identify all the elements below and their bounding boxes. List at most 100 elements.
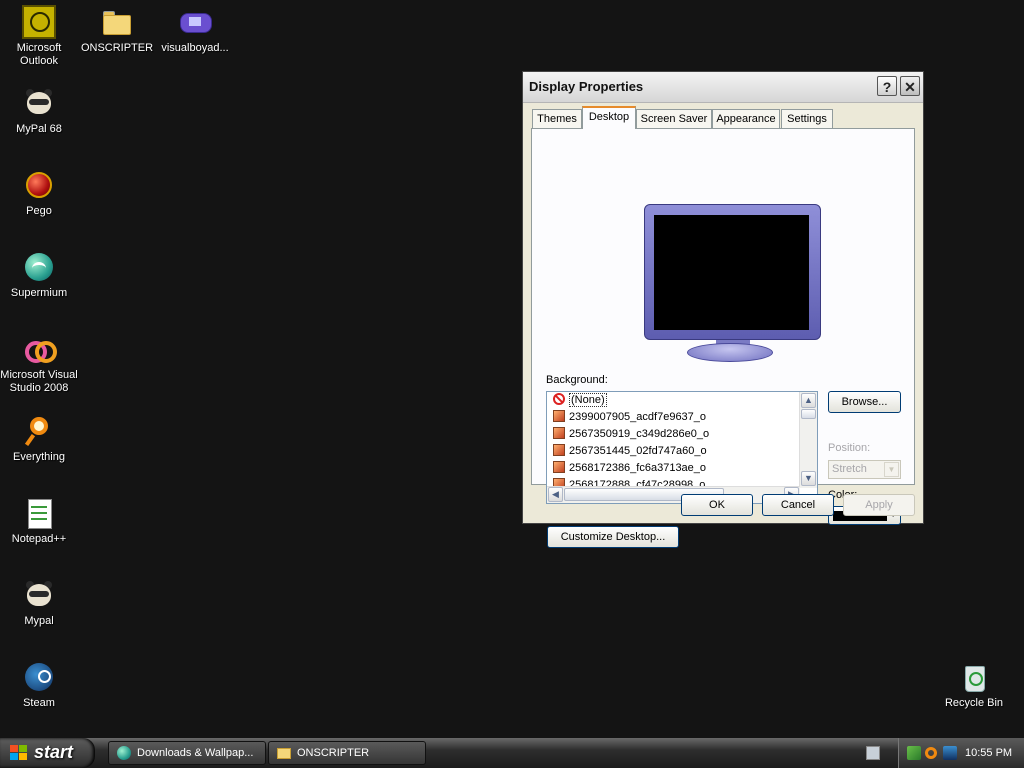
desktop-icon-label: Microsoft Visual Studio 2008 bbox=[0, 369, 78, 394]
chevron-down-icon: ▼ bbox=[804, 473, 813, 483]
scroll-up-button[interactable]: ▲ bbox=[801, 393, 816, 408]
desktop-icon-label: Steam bbox=[23, 697, 55, 709]
position-label: Position: bbox=[828, 442, 871, 454]
taskbar-button-downloads[interactable]: Downloads & Wallpap... bbox=[108, 741, 266, 765]
windows-flag-icon bbox=[10, 745, 28, 761]
image-file-icon bbox=[553, 461, 565, 473]
gameboy-advance-icon bbox=[178, 5, 212, 39]
desktop-icon-label: Recycle Bin bbox=[944, 697, 1004, 709]
recycle-bin-icon bbox=[957, 660, 991, 694]
chevron-down-icon: ▼ bbox=[884, 462, 899, 477]
notepad-icon bbox=[22, 496, 56, 530]
taskbar-button-label: ONSCRIPTER bbox=[297, 747, 370, 759]
chevron-up-icon: ▲ bbox=[804, 395, 813, 405]
start-label: start bbox=[34, 742, 74, 762]
background-list-item[interactable]: 2567351445_02fd747a60_o bbox=[553, 443, 707, 459]
monitor-preview-screen bbox=[654, 215, 809, 330]
list-item-label: (None) bbox=[569, 393, 607, 407]
background-label: Background: bbox=[546, 374, 608, 386]
desktop-icon-notepad-plus-plus[interactable]: Notepad++ bbox=[0, 496, 78, 546]
background-list-item[interactable]: 2568172386_fc6a3713ae_o bbox=[553, 460, 706, 476]
list-item-label: 2399007905_acdf7e9637_o bbox=[569, 411, 707, 423]
outlook-icon bbox=[22, 5, 56, 39]
help-button[interactable]: ? bbox=[877, 76, 897, 96]
ok-button[interactable]: OK bbox=[681, 494, 753, 516]
close-icon: ✕ bbox=[904, 79, 916, 95]
desktop-icon-label: Notepad++ bbox=[11, 533, 67, 545]
desktop-icon-label: visualboyad... bbox=[161, 42, 229, 54]
chevron-left-icon: ◀ bbox=[552, 489, 559, 499]
background-list-item[interactable]: (None) bbox=[553, 392, 607, 408]
system-tray: 10:55 PM bbox=[898, 738, 1024, 768]
image-file-icon bbox=[553, 444, 565, 456]
desktop-icon-label: Supermium bbox=[10, 287, 68, 299]
background-list-item[interactable]: 2567350919_c349d286e0_o bbox=[553, 426, 709, 442]
desktop-icon-mypal[interactable]: Mypal bbox=[0, 578, 78, 628]
start-button[interactable]: start bbox=[0, 738, 95, 768]
monitor-preview bbox=[644, 204, 821, 340]
apply-button[interactable]: Apply bbox=[843, 494, 915, 516]
vertical-scroll-thumb[interactable] bbox=[801, 409, 816, 419]
tab-appearance[interactable]: Appearance bbox=[712, 109, 780, 128]
position-select-value: Stretch bbox=[832, 463, 867, 475]
scroll-down-button[interactable]: ▼ bbox=[801, 471, 816, 486]
close-button[interactable]: ✕ bbox=[900, 76, 920, 96]
steam-icon bbox=[22, 660, 56, 694]
browser-globe-icon bbox=[22, 250, 56, 284]
desktop-icon-recycle-bin[interactable]: Recycle Bin bbox=[935, 660, 1013, 710]
dialog-titlebar[interactable]: Display Properties ? ✕ bbox=[523, 72, 923, 103]
desktop-icon-label: ONSCRIPTER bbox=[80, 42, 154, 54]
vertical-scrollbar[interactable]: ▲ ▼ bbox=[799, 392, 817, 488]
background-list[interactable]: (None) 2399007905_acdf7e9637_o 256735091… bbox=[546, 391, 818, 504]
customize-desktop-button[interactable]: Customize Desktop... bbox=[547, 526, 679, 548]
magnifier-icon[interactable] bbox=[925, 747, 937, 759]
tab-screen-saver[interactable]: Screen Saver bbox=[636, 109, 712, 128]
desktop-icon-label: Mypal bbox=[24, 615, 54, 627]
visual-studio-icon bbox=[22, 332, 57, 366]
network-icon[interactable] bbox=[907, 746, 921, 760]
desktop-icon-label: Pego bbox=[26, 205, 52, 217]
question-mark-icon: ? bbox=[882, 79, 892, 95]
desktop-icon-label: Microsoft Outlook bbox=[16, 42, 62, 67]
scroll-left-button[interactable]: ◀ bbox=[548, 487, 563, 502]
browse-button[interactable]: Browse... bbox=[828, 391, 901, 413]
position-select[interactable]: Stretch ▼ bbox=[828, 460, 901, 479]
clock[interactable]: 10:55 PM bbox=[965, 747, 1012, 759]
desktop-icon-label: Everything bbox=[13, 451, 65, 463]
taskbar-button-label: Downloads & Wallpap... bbox=[137, 747, 254, 759]
list-item-label: 2567351445_02fd747a60_o bbox=[569, 445, 707, 457]
desktop-icon-visualboyadvance[interactable]: visualboyad... bbox=[156, 5, 234, 55]
desktop-icon-label: MyPal 68 bbox=[16, 123, 62, 135]
display-properties-dialog: Display Properties ? ✕ Themes Desktop Sc… bbox=[522, 71, 924, 548]
desktop-icon-pego[interactable]: Pego bbox=[0, 168, 78, 218]
folder-icon bbox=[100, 5, 134, 39]
taskbar: start Downloads & Wallpap... ONSCRIPTER … bbox=[0, 738, 1024, 768]
cancel-button[interactable]: Cancel bbox=[762, 494, 834, 516]
taskbar-button-onscripter[interactable]: ONSCRIPTER bbox=[268, 741, 426, 765]
raccoon-icon bbox=[22, 86, 56, 120]
monitor-stand-base bbox=[687, 343, 773, 362]
tab-themes[interactable]: Themes bbox=[532, 109, 582, 128]
desktop-icon-onscripter[interactable]: ONSCRIPTER bbox=[78, 5, 156, 55]
image-file-icon bbox=[553, 410, 565, 422]
folder-icon bbox=[277, 748, 291, 759]
list-item-label: 2567350919_c349d286e0_o bbox=[569, 428, 710, 440]
image-file-icon bbox=[553, 427, 565, 439]
red-ball-icon bbox=[22, 168, 56, 202]
none-icon bbox=[553, 393, 565, 405]
desktop-icon-outlook[interactable]: Microsoft Outlook bbox=[0, 5, 78, 68]
browser-globe-icon bbox=[117, 746, 131, 760]
tab-settings[interactable]: Settings bbox=[781, 109, 833, 128]
desktop-icon-supermium[interactable]: Supermium bbox=[0, 250, 78, 300]
desktop-icon-mypal-68[interactable]: MyPal 68 bbox=[0, 86, 78, 136]
raccoon-icon bbox=[22, 578, 56, 612]
steam-icon[interactable] bbox=[943, 746, 957, 760]
desktop-tab-panel: Background: (None) 2399007905_acdf7e9637… bbox=[531, 128, 915, 548]
magnifier-icon bbox=[22, 414, 56, 448]
keyboard-icon[interactable] bbox=[866, 746, 880, 760]
desktop-icon-visual-studio-2008[interactable]: Microsoft Visual Studio 2008 bbox=[0, 332, 78, 395]
desktop-icon-steam[interactable]: Steam bbox=[0, 660, 78, 710]
desktop-icon-everything[interactable]: Everything bbox=[0, 414, 78, 464]
tab-desktop[interactable]: Desktop bbox=[582, 106, 636, 129]
background-list-item[interactable]: 2399007905_acdf7e9637_o bbox=[553, 409, 706, 425]
